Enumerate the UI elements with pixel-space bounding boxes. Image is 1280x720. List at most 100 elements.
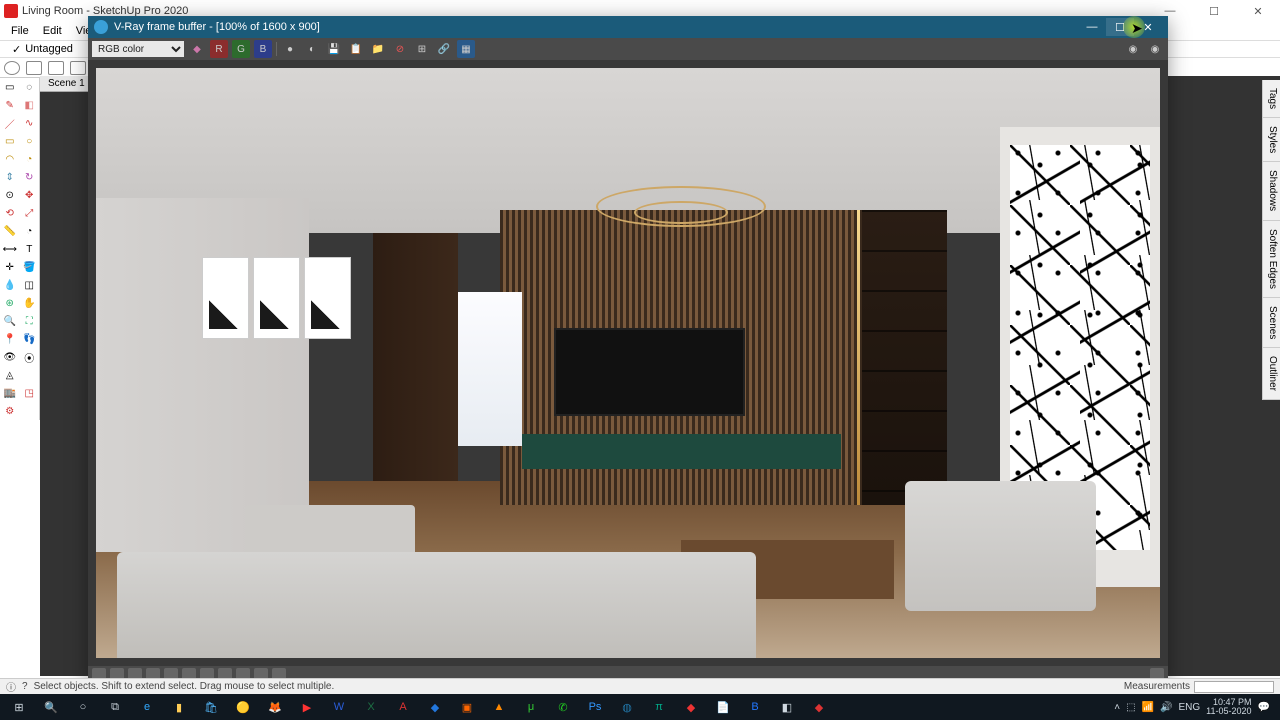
axes-tool-icon[interactable]: ✛ bbox=[0, 258, 20, 276]
autocad-icon[interactable]: A bbox=[388, 696, 418, 718]
app4-icon[interactable]: ◆ bbox=[676, 696, 706, 718]
revit-icon[interactable]: ◆ bbox=[420, 696, 450, 718]
walk-tool-icon[interactable]: 👣 bbox=[20, 330, 40, 348]
history-b-icon[interactable]: ◉ bbox=[1146, 40, 1164, 58]
whatsapp-icon[interactable]: ✆ bbox=[548, 696, 578, 718]
pie-tool-icon[interactable]: ◔ bbox=[20, 150, 40, 168]
tape-tool-icon[interactable]: 📏 bbox=[0, 222, 20, 240]
tab-tags[interactable]: Tags bbox=[1263, 80, 1280, 118]
move-tool-icon[interactable]: ✥ bbox=[20, 186, 40, 204]
red-channel-button[interactable]: R bbox=[210, 40, 228, 58]
tab-shadows[interactable]: Shadows bbox=[1263, 162, 1280, 220]
app1-icon[interactable]: ▣ bbox=[452, 696, 482, 718]
window-maximize[interactable]: ☐ bbox=[1192, 0, 1236, 22]
location-tool-icon[interactable]: 📍 bbox=[0, 330, 20, 348]
save-icon[interactable]: 💾 bbox=[325, 40, 343, 58]
link-icon[interactable]: 🔗 bbox=[435, 40, 453, 58]
menu-file[interactable]: File bbox=[4, 25, 36, 37]
line-tool-icon[interactable]: ／ bbox=[0, 114, 20, 132]
scale-tool-icon[interactable]: ⤢ bbox=[20, 204, 40, 222]
taskbar-clock[interactable]: 10:47 PM 11-05-2020 bbox=[1206, 698, 1251, 716]
mono-dot-icon[interactable]: ● bbox=[281, 40, 299, 58]
rect-tool-icon[interactable]: ▭ bbox=[0, 132, 20, 150]
region-icon[interactable]: ⊞ bbox=[413, 40, 431, 58]
window-close[interactable]: ✕ bbox=[1236, 0, 1280, 22]
chrome-icon[interactable]: 🟡 bbox=[228, 696, 258, 718]
utorrent-icon[interactable]: μ bbox=[516, 696, 546, 718]
cloud-tool-icon[interactable] bbox=[70, 61, 86, 75]
swap-rgb-icon[interactable]: ◆ bbox=[188, 40, 206, 58]
component-tool-icon[interactable]: ◳ bbox=[20, 384, 40, 402]
pushpull-tool-icon[interactable]: ⇕ bbox=[0, 168, 20, 186]
rotate-tool-icon[interactable]: ⟲ bbox=[0, 204, 20, 222]
arc-tool-icon[interactable]: ◠ bbox=[0, 150, 20, 168]
protractor-tool-icon[interactable]: ◔ bbox=[20, 222, 40, 240]
word-icon[interactable]: W bbox=[324, 696, 354, 718]
circle2-tool-icon[interactable]: ○ bbox=[20, 132, 40, 150]
polygon-tool-icon[interactable] bbox=[48, 61, 64, 75]
excel-icon[interactable]: X bbox=[356, 696, 386, 718]
app6-icon[interactable]: ◧ bbox=[772, 696, 802, 718]
sketchup-taskbar-icon[interactable]: ◆ bbox=[804, 696, 834, 718]
followme-tool-icon[interactable]: ↻ bbox=[20, 168, 40, 186]
delete-icon[interactable]: ⊘ bbox=[391, 40, 409, 58]
curve-tool-icon[interactable] bbox=[26, 61, 42, 75]
offset-tool-icon[interactable]: ⊙ bbox=[0, 186, 20, 204]
text-tool-icon[interactable]: T bbox=[20, 240, 40, 258]
network-icon[interactable]: ⬚ bbox=[1126, 702, 1135, 713]
movie-icon[interactable]: ▶ bbox=[292, 696, 322, 718]
select-tool-icon[interactable]: ▭ bbox=[0, 78, 20, 96]
tab-soften-edges[interactable]: Soften Edges bbox=[1263, 221, 1280, 298]
search-icon[interactable]: 🔍 bbox=[36, 696, 66, 718]
tray-chevron-icon[interactable]: ˄ bbox=[1114, 702, 1120, 713]
history-a-icon[interactable]: ◉ bbox=[1124, 40, 1142, 58]
notepad-icon[interactable]: 📄 bbox=[708, 696, 738, 718]
scene-tab-1[interactable]: Scene 1 bbox=[40, 76, 94, 91]
menu-edit[interactable]: Edit bbox=[36, 25, 69, 37]
wifi-icon[interactable]: 📶 bbox=[1142, 702, 1154, 713]
alpha-icon[interactable]: ◐ bbox=[303, 40, 321, 58]
volume-icon[interactable]: 🔊 bbox=[1160, 702, 1172, 713]
orbit-tool-icon[interactable]: ⊛ bbox=[0, 294, 20, 312]
store-icon[interactable]: 🛍 bbox=[196, 696, 226, 718]
paint-tool-icon[interactable]: 🪣 bbox=[20, 258, 40, 276]
vfb-minimize[interactable]: — bbox=[1078, 18, 1106, 36]
tab-styles[interactable]: Styles bbox=[1263, 118, 1280, 162]
measurements-input[interactable] bbox=[1194, 681, 1274, 693]
position-tool-icon[interactable]: ⦿ bbox=[20, 348, 40, 366]
zoom-tool-icon[interactable]: 🔍 bbox=[0, 312, 20, 330]
photoshop-icon[interactable]: Ps bbox=[580, 696, 610, 718]
channel-select[interactable]: RGB color bbox=[92, 41, 184, 57]
green-channel-button[interactable]: G bbox=[232, 40, 250, 58]
app3-icon[interactable]: π bbox=[644, 696, 674, 718]
pan-tool-icon[interactable]: ✋ bbox=[20, 294, 40, 312]
vfb-settings-icon[interactable]: ▦ bbox=[457, 40, 475, 58]
folder-icon[interactable]: 📁 bbox=[369, 40, 387, 58]
firefox-icon[interactable]: 🦊 bbox=[260, 696, 290, 718]
notifications-icon[interactable]: 💬 bbox=[1258, 702, 1270, 713]
sandbox-tool-icon[interactable]: ◬ bbox=[0, 366, 20, 384]
start-button[interactable]: ⊞ bbox=[4, 696, 34, 718]
clipboard-icon[interactable]: 📋 bbox=[347, 40, 365, 58]
cortana-icon[interactable]: ○ bbox=[68, 696, 98, 718]
edge-icon[interactable]: e bbox=[132, 696, 162, 718]
look-tool-icon[interactable]: 👁 bbox=[0, 348, 20, 366]
zoomext-tool-icon[interactable]: ⛶ bbox=[20, 312, 40, 330]
explorer-icon[interactable]: ▮ bbox=[164, 696, 194, 718]
vlc-icon[interactable]: ▲ bbox=[484, 696, 514, 718]
freehand-tool-icon[interactable]: ∿ bbox=[20, 114, 40, 132]
dim-tool-icon[interactable]: ⟷ bbox=[0, 240, 20, 258]
lasso-tool-icon[interactable]: ◌ bbox=[20, 78, 40, 96]
vfb-titlebar[interactable]: V-Ray frame buffer - [100% of 1600 x 900… bbox=[88, 16, 1168, 38]
vfb-maximize[interactable]: ☐ bbox=[1106, 18, 1134, 36]
extension-tool-icon[interactable]: ⚙ bbox=[0, 402, 20, 420]
section-tool-icon[interactable]: ◫ bbox=[20, 276, 40, 294]
help-icon[interactable]: ? bbox=[22, 681, 28, 692]
untagged-label[interactable]: Untagged bbox=[25, 43, 73, 55]
pencil-tool-icon[interactable]: ✎ bbox=[0, 96, 20, 114]
eraser-tool-icon[interactable]: ◧ bbox=[20, 96, 40, 114]
sample-tool-icon[interactable]: 💧 bbox=[0, 276, 20, 294]
tab-outliner[interactable]: Outliner bbox=[1263, 348, 1280, 400]
blue-channel-button[interactable]: B bbox=[254, 40, 272, 58]
language-indicator[interactable]: ENG bbox=[1179, 702, 1201, 713]
